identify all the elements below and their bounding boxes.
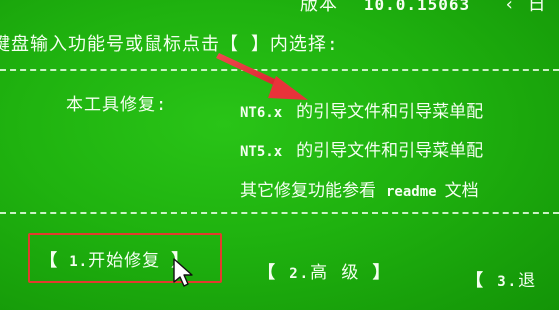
version-label: 版本	[300, 0, 338, 15]
advanced-label: 高 级	[310, 263, 361, 283]
other-suffix: 文档	[444, 181, 479, 201]
other-prefix: 其它修复功能参看	[240, 181, 376, 201]
divider-top	[0, 69, 559, 71]
exit-button[interactable]: 【 3.退	[466, 266, 537, 291]
exit-label: 退	[518, 271, 538, 291]
nt6-text: 的引导文件和引导菜单配	[296, 102, 484, 122]
repair-line-nt6: NT6.x 的引导文件和引导菜单配	[240, 97, 483, 122]
nt5-code: NT5.x	[240, 144, 283, 160]
exit-bracket-open: 【	[466, 271, 485, 291]
advanced-number: 2.	[289, 266, 311, 282]
exit-number: 3.	[497, 274, 519, 290]
repair-title: 本工具修复:	[66, 95, 168, 115]
repair-line-other: 其它修复功能参看 readme 文档	[240, 176, 479, 201]
version-header: 版本 10.0.15063 ‹ 日	[300, 0, 546, 16]
repair-line-nt5: NT5.x 的引导文件和引导菜单配	[240, 136, 483, 161]
advanced-button[interactable]: 【 2.高 级 】	[258, 258, 392, 283]
header-nav-symbols: ‹ 日	[504, 0, 547, 15]
divider-bottom	[0, 212, 559, 214]
nt6-code: NT6.x	[240, 105, 283, 121]
nt5-text: 的引导文件和引导菜单配	[296, 141, 484, 161]
boot-repair-screen: 版本 10.0.15063 ‹ 日 键盘输入功能号或鼠标点击【 】内选择: 本工…	[0, 0, 559, 310]
advanced-bracket-close: 】	[372, 263, 392, 283]
readme-code: readme	[386, 184, 437, 200]
version-number: 10.0.15063	[363, 0, 471, 14]
mouse-pointer-icon	[173, 258, 193, 287]
advanced-bracket-open: 【	[258, 263, 277, 283]
input-prompt: 键盘输入功能号或鼠标点击【 】内选择:	[0, 34, 339, 55]
